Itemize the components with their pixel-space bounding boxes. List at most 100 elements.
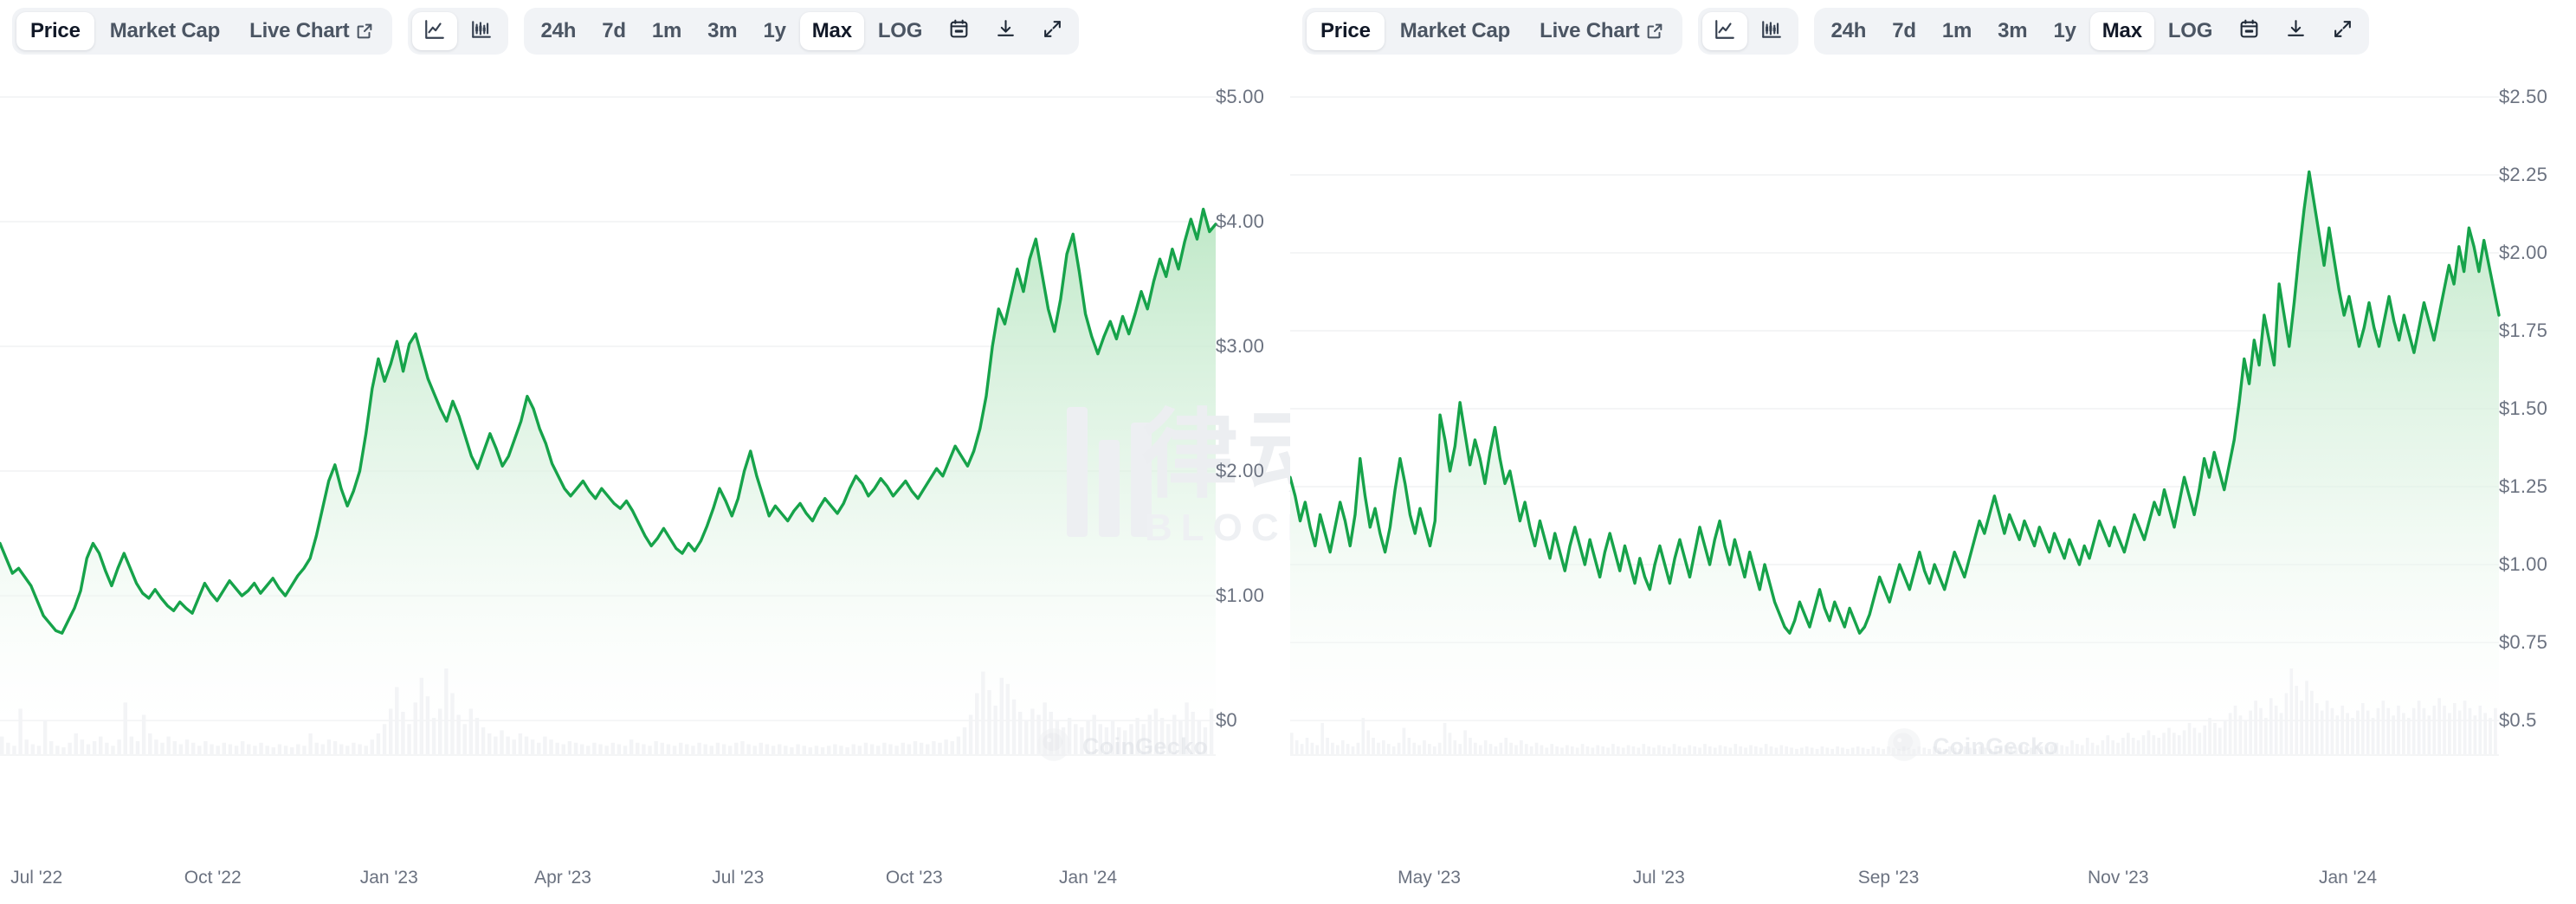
expand-button-left[interactable] — [1030, 12, 1075, 50]
volume-bar — [1816, 749, 1819, 755]
volume-bar — [1825, 747, 1829, 755]
volume-bar — [1953, 747, 1957, 755]
volume-bar — [815, 746, 818, 755]
price-area-fill-right — [1290, 171, 2499, 720]
y-axis-tick-label: $1.50 — [2499, 397, 2547, 420]
chart-body-right[interactable]: CoinGecko $2.50$2.25$2.00$1.75$1.50$1.25… — [1290, 62, 2576, 904]
volume-bar — [327, 739, 331, 755]
candlestick-chart-icon-button-left[interactable] — [459, 12, 504, 50]
volume-bar — [339, 745, 343, 756]
line-chart-icon-button-left[interactable] — [412, 12, 457, 50]
volume-bar — [241, 741, 244, 755]
volume-bar — [2127, 733, 2130, 755]
calendar-button-left[interactable] — [936, 12, 981, 50]
chart-body-left[interactable]: 律动 BLOCKBEATS CoinGecko $5.00$4.00$3.00$… — [0, 62, 1290, 904]
volume-bar — [456, 715, 460, 755]
volume-bar — [1129, 724, 1133, 755]
volume-bar — [111, 746, 114, 755]
volume-bar — [1571, 746, 1574, 755]
volume-bar — [1352, 746, 1355, 755]
volume-bar — [870, 745, 874, 756]
volume-bar — [2469, 708, 2472, 755]
volume-bar — [882, 743, 886, 755]
y-axis-tick-label: $2.00 — [2499, 242, 2547, 264]
candlestick-chart-icon-button-right[interactable] — [1749, 12, 1794, 50]
tab-live-chart-right[interactable]: Live Chart — [1526, 12, 1678, 50]
range-max-label: Max — [2102, 19, 2142, 43]
volume-bar — [1719, 746, 1722, 755]
calendar-button-right[interactable] — [2226, 12, 2271, 50]
volume-bar — [247, 745, 250, 756]
volume-bar — [2340, 706, 2344, 755]
volume-bar — [2305, 681, 2308, 755]
range-1y-left[interactable]: 1y — [751, 12, 797, 50]
volume-bar — [2019, 746, 2023, 755]
tab-market-cap-right[interactable]: Market Cap — [1386, 12, 1524, 50]
volume-bar — [371, 739, 374, 755]
volume-bar — [2091, 743, 2095, 755]
range-1m-right[interactable]: 1m — [1930, 12, 1984, 50]
tab-market-cap-label: Market Cap — [1400, 19, 1510, 43]
range-7d-left[interactable]: 7d — [590, 12, 638, 50]
volume-bar — [1504, 738, 1508, 755]
range-1m-left[interactable]: 1m — [640, 12, 694, 50]
range-max-right[interactable]: Max — [2090, 12, 2154, 50]
tab-market-cap-left[interactable]: Market Cap — [96, 12, 234, 50]
volume-bar — [2453, 703, 2457, 755]
tab-price-right[interactable]: Price — [1307, 12, 1385, 50]
volume-bar — [1341, 740, 1345, 755]
volume-bar — [2382, 701, 2386, 755]
volume-bar — [1403, 728, 1406, 755]
volume-bar — [0, 737, 3, 755]
volume-bar — [2086, 738, 2089, 755]
volume-bar — [2259, 708, 2263, 755]
volume-bar — [833, 745, 836, 756]
line-chart-icon-button-right[interactable] — [1702, 12, 1747, 50]
tab-live-chart-left[interactable]: Live Chart — [236, 12, 388, 50]
volume-bar — [1673, 744, 1676, 755]
range-7d-right[interactable]: 7d — [1880, 12, 1928, 50]
volume-bar — [438, 708, 442, 755]
volume-bar — [1361, 718, 1365, 755]
volume-bar — [2483, 713, 2487, 755]
volume-bar — [1469, 738, 1472, 755]
volume-bar — [1479, 746, 1482, 755]
volume-bar — [1453, 740, 1456, 755]
line-chart-icon — [423, 18, 446, 45]
x-axis-tick-label: Jan '23 — [360, 868, 418, 888]
volume-bar — [1591, 747, 1595, 755]
volume-bar — [2056, 743, 2059, 755]
volume-bar — [1530, 746, 1533, 755]
chart-panel-right: Price Market Cap Live Chart — [1290, 0, 2576, 904]
range-24h-label: 24h — [540, 19, 576, 43]
volume-bar — [1074, 724, 1077, 755]
y-axis-tick-label: $2.25 — [2499, 164, 2547, 186]
tab-price-left[interactable]: Price — [16, 12, 94, 50]
volume-bar — [2463, 701, 2467, 755]
range-3m-left[interactable]: 3m — [695, 12, 749, 50]
volume-bar — [1357, 743, 1360, 755]
range-24h-left[interactable]: 24h — [528, 12, 588, 50]
range-1y-right[interactable]: 1y — [2041, 12, 2088, 50]
dual-chart-screenshot: Price Market Cap Live Chart — [0, 0, 2576, 904]
volume-bar — [679, 743, 682, 755]
volume-bar — [1938, 747, 1941, 755]
expand-button-right[interactable] — [2320, 12, 2365, 50]
volume-bar — [1668, 747, 1671, 755]
volume-bar — [2076, 744, 2079, 755]
volume-bar — [1581, 744, 1585, 755]
download-button-left[interactable] — [983, 12, 1028, 50]
volume-bar — [1458, 744, 1462, 755]
download-button-right[interactable] — [2273, 12, 2318, 50]
volume-bar — [2111, 740, 2114, 755]
toggle-log-scale-left[interactable]: LOG — [866, 12, 934, 50]
volume-bar — [1311, 743, 1314, 755]
volume-bar — [1301, 744, 1304, 755]
range-24h-right[interactable]: 24h — [1818, 12, 1878, 50]
volume-bar — [888, 745, 892, 756]
range-3m-right[interactable]: 3m — [1985, 12, 2039, 50]
range-max-left[interactable]: Max — [800, 12, 864, 50]
volume-bar — [1933, 746, 1936, 755]
volume-bar — [1566, 746, 1569, 755]
toggle-log-scale-right[interactable]: LOG — [2156, 12, 2224, 50]
